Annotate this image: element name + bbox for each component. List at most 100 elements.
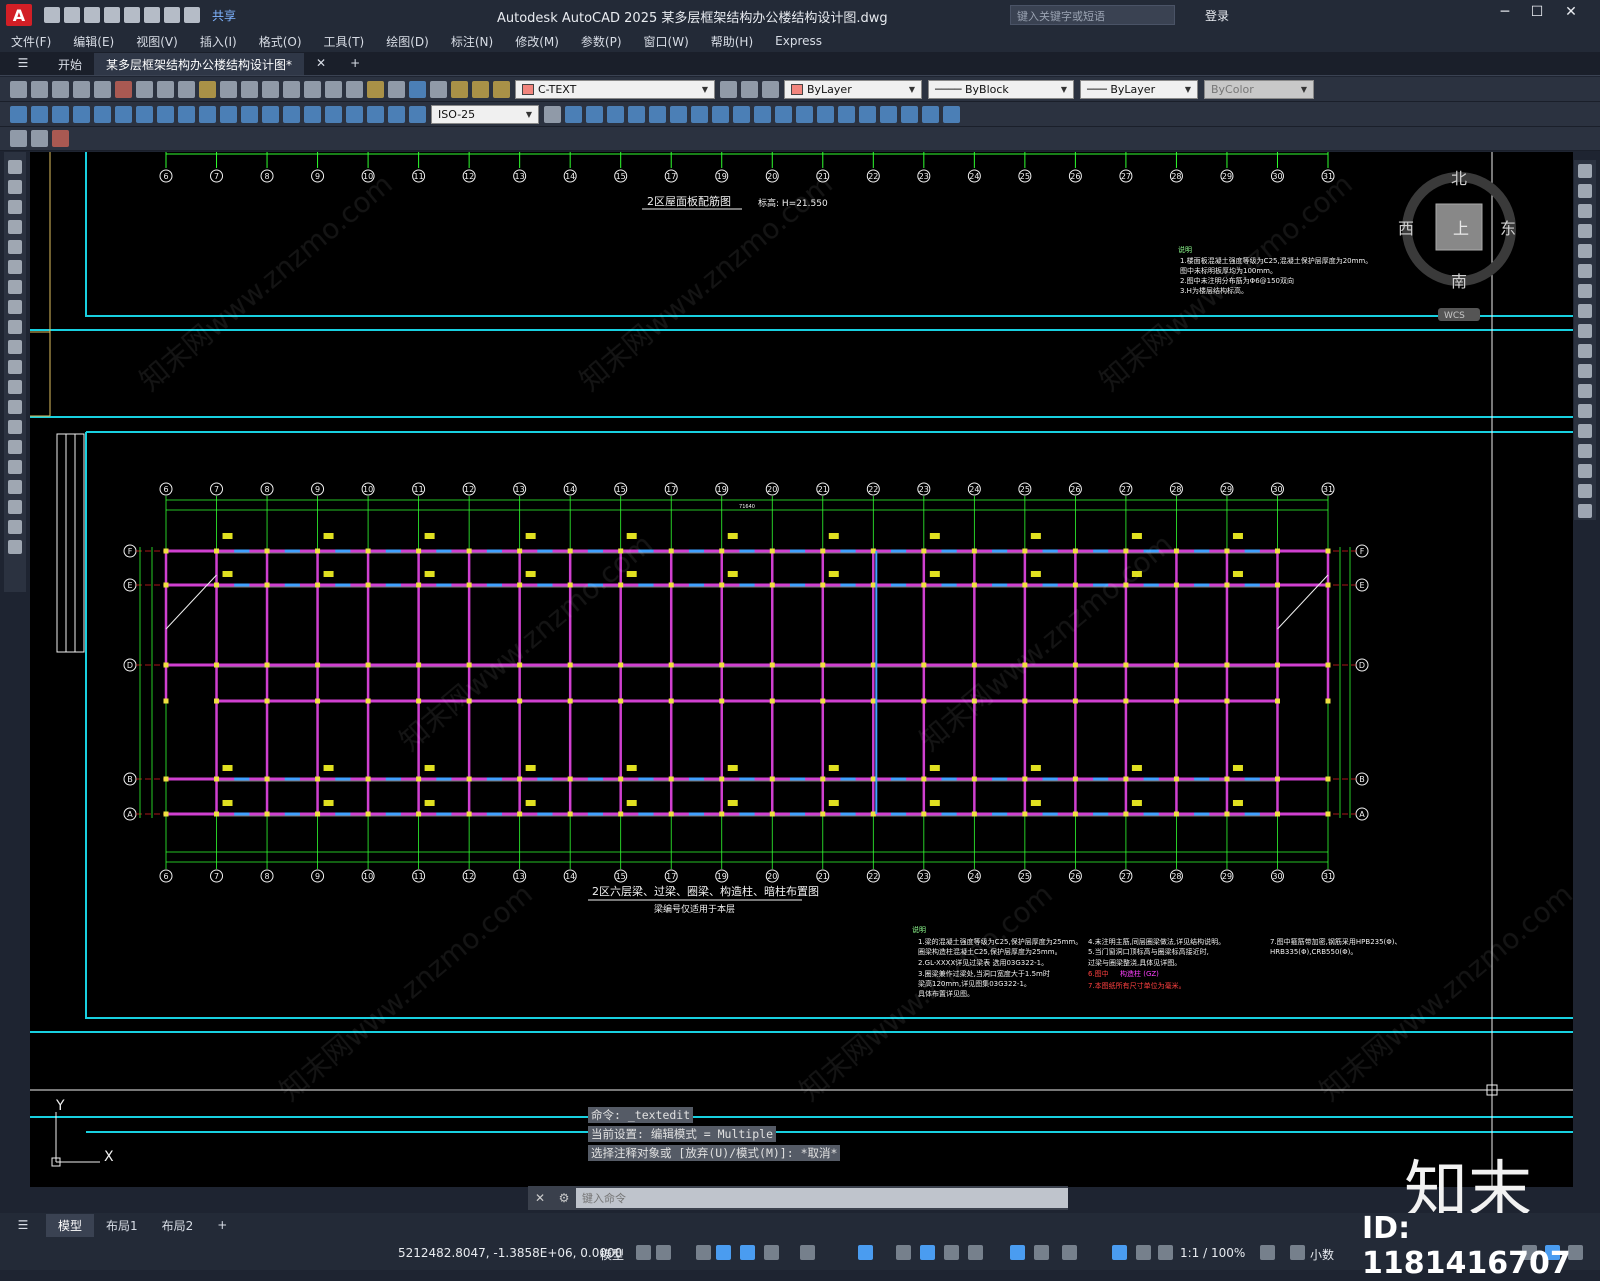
polar-icon[interactable] <box>764 1245 779 1260</box>
autocad-logo-icon[interactable]: A <box>6 4 32 26</box>
dimstyle-dropdown[interactable]: ISO-25 ▼ <box>431 104 539 124</box>
view-iso-icon[interactable] <box>607 105 624 123</box>
layout-menu-icon[interactable]: ☰ <box>0 1215 46 1235</box>
plot-icon[interactable] <box>124 7 140 23</box>
layer-properties-icon[interactable] <box>430 80 447 98</box>
selection-cycling-icon[interactable] <box>944 1245 959 1260</box>
menu-parametric[interactable]: 参数(P) <box>570 33 633 50</box>
maximize-icon[interactable]: ☐ <box>1522 4 1552 26</box>
shell-icon[interactable] <box>796 105 813 123</box>
menu-view[interactable]: 视图(V) <box>125 33 189 50</box>
open-icon[interactable] <box>31 80 48 98</box>
walk-icon[interactable] <box>922 105 939 123</box>
transparency-icon[interactable] <box>920 1245 935 1260</box>
ortho-icon[interactable] <box>740 1245 755 1260</box>
menu-help[interactable]: 帮助(H) <box>700 33 764 50</box>
intersect-icon[interactable] <box>754 105 771 123</box>
lightbulb-icon[interactable] <box>451 80 468 98</box>
menu-file[interactable]: 文件(F) <box>0 33 62 50</box>
isodraft-icon[interactable] <box>800 1245 815 1260</box>
dim-break-icon[interactable] <box>262 105 279 123</box>
diameter-dim-icon[interactable] <box>136 105 153 123</box>
quick-dim-icon[interactable] <box>178 105 195 123</box>
lineweight-dropdown[interactable]: ─── ByLayer ▼ <box>1080 79 1198 99</box>
pan-icon[interactable] <box>262 80 279 98</box>
tab-layout1[interactable]: 布局1 <box>94 1214 150 1237</box>
color-dropdown[interactable]: ByLayer ▼ <box>784 79 922 99</box>
properties-icon[interactable] <box>325 80 342 98</box>
calculator-icon[interactable] <box>388 80 405 98</box>
redo-icon[interactable] <box>184 7 200 23</box>
save-icon[interactable] <box>52 80 69 98</box>
angular-dim-icon[interactable] <box>157 105 174 123</box>
modify-tool-icons[interactable] <box>1574 160 1596 520</box>
new-icon[interactable] <box>10 80 27 98</box>
copy-icon[interactable] <box>157 80 174 98</box>
layer-states-icon[interactable] <box>762 80 779 98</box>
gizmo-icon[interactable] <box>1062 1245 1077 1260</box>
redo-icon[interactable] <box>241 80 258 98</box>
undo-icon[interactable] <box>164 7 180 23</box>
dim-space-icon[interactable] <box>241 105 258 123</box>
customize-command-icon[interactable]: ⚙ <box>552 1191 576 1205</box>
slice-icon[interactable] <box>775 105 792 123</box>
grid-icon[interactable] <box>636 1245 651 1260</box>
publish-icon[interactable] <box>115 80 132 98</box>
viewcube-east[interactable]: 东 <box>1500 219 1516 238</box>
units-display[interactable]: 小数 <box>1310 1246 1334 1263</box>
arc-length-icon[interactable] <box>52 105 69 123</box>
draw-tool-icons[interactable] <box>4 152 26 592</box>
infer-icon[interactable] <box>696 1245 711 1260</box>
tool-palettes-icon[interactable] <box>367 80 384 98</box>
attribute-icon[interactable] <box>52 130 69 147</box>
jogged-dim-icon[interactable] <box>115 105 132 123</box>
render-icon[interactable] <box>838 105 855 123</box>
dim-edit-icon[interactable] <box>367 105 384 123</box>
viewcube-north[interactable]: 北 <box>1451 169 1467 188</box>
plotstyle-dropdown[interactable]: ByColor ▼ <box>1204 79 1314 99</box>
dynamic-ucs-icon[interactable] <box>1010 1245 1025 1260</box>
lights-icon[interactable] <box>880 105 897 123</box>
make-current-icon[interactable] <box>720 80 737 98</box>
dynamic-input-icon[interactable] <box>716 1245 731 1260</box>
match-properties-icon[interactable] <box>199 80 216 98</box>
minimize-icon[interactable]: ─ <box>1490 4 1520 26</box>
save-as-icon[interactable] <box>104 7 120 23</box>
plot-icon[interactable] <box>73 80 90 98</box>
tab-drawing[interactable]: 某多层框架结构办公楼结构设计图* <box>94 52 305 75</box>
tab-start[interactable]: 开始 <box>46 53 94 75</box>
sweep-icon[interactable] <box>670 105 687 123</box>
undo-icon[interactable] <box>220 80 237 98</box>
wcs-menu[interactable]: WCS <box>1444 311 1465 321</box>
selection-filter-icon[interactable] <box>1034 1245 1049 1260</box>
extrude-icon[interactable] <box>628 105 645 123</box>
jogged-linear-icon[interactable] <box>346 105 363 123</box>
tolerance-icon[interactable] <box>283 105 300 123</box>
workspace-gear-icon[interactable] <box>1260 1245 1275 1260</box>
viewcube-south[interactable]: 南 <box>1451 272 1467 291</box>
lineweight-icon[interactable] <box>896 1245 911 1260</box>
visual-style-icon[interactable] <box>817 105 834 123</box>
menu-tools[interactable]: 工具(T) <box>313 33 376 50</box>
dim-text-edit-icon[interactable] <box>388 105 405 123</box>
paste-icon[interactable] <box>178 80 195 98</box>
camera-icon[interactable] <box>901 105 918 123</box>
block-editor-icon[interactable] <box>10 130 27 147</box>
freeze-icon[interactable] <box>472 80 489 98</box>
save-icon[interactable] <box>84 7 100 23</box>
layer-previous-icon[interactable] <box>741 80 758 98</box>
menu-modify[interactable]: 修改(M) <box>504 33 570 50</box>
annotation-visibility-icon[interactable] <box>1112 1245 1127 1260</box>
menu-draw[interactable]: 绘图(D) <box>375 33 440 50</box>
zoom-window-icon[interactable] <box>304 80 321 98</box>
viewcube-west[interactable]: 西 <box>1398 219 1414 238</box>
zoom-icon[interactable] <box>283 80 300 98</box>
annotation-scale-icon[interactable] <box>1158 1245 1173 1260</box>
login-button[interactable]: 登录 <box>1205 7 1229 24</box>
close-icon[interactable]: ✕ <box>1556 4 1586 26</box>
command-input[interactable] <box>576 1188 1068 1208</box>
cursor-coordinates[interactable]: 5212482.8047, -1.3858E+06, 0.0000 <box>398 1246 622 1260</box>
help-search-input[interactable]: 键入关键字或短语 <box>1010 5 1175 25</box>
help-icon[interactable] <box>409 80 426 98</box>
annotation-monitor-icon[interactable] <box>1290 1245 1305 1260</box>
